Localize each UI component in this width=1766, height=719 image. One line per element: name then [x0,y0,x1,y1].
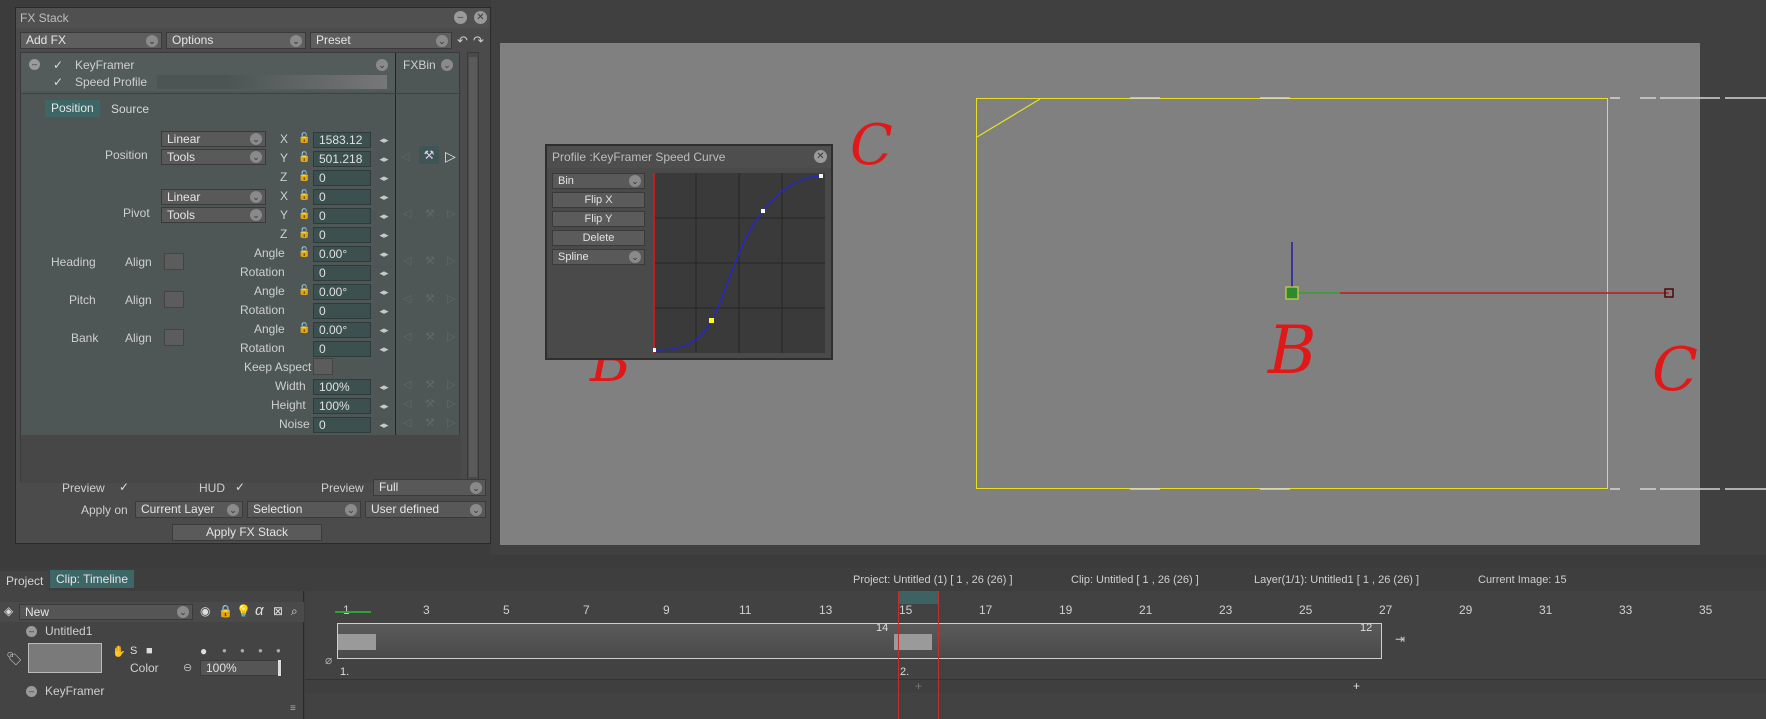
status-layer: Layer(1/1): Untitled1 [ 1 , 26 (26) ] [1254,574,1420,586]
clip-segment-start[interactable] [338,634,376,650]
curve-point-end[interactable] [819,174,823,178]
ruler-tick-label: 17 [979,603,993,617]
dot-icon[interactable]: ● [222,646,227,655]
resize-grip-icon[interactable]: ≡ [290,703,296,714]
fx-tree-name: KeyFramer [45,684,105,698]
profile-popup: Profile :KeyFramer Speed Curve ✕ Bin ⌄ F… [545,144,833,360]
color-toggle-icon[interactable]: ⊖ [183,661,192,674]
status-project: Project: Untitled (1) [ 1 , 26 (26) ] [853,574,1013,586]
clip-strip[interactable]: 14 12 [337,622,1382,659]
ruler-tick-label: 31 [1539,603,1553,617]
layer-thumbnail[interactable] [28,643,102,673]
flip-y-button[interactable]: Flip Y [552,211,645,227]
clip-mark-12: 12 [1360,622,1373,634]
dot-active-icon[interactable]: ● [200,644,207,658]
new-layer-dropdown[interactable]: New ⌄ [19,604,193,620]
layers-icon[interactable]: ◈ [4,604,13,618]
record-icon[interactable]: ■ [146,645,153,657]
new-layer-value: New [25,605,50,619]
opacity-field[interactable]: 100% [200,660,282,676]
dot-icon[interactable]: ● [240,646,245,655]
dot-icon[interactable]: ● [276,646,281,655]
range-start-marker [335,611,371,613]
chevron-down-icon: ⌄ [177,606,189,618]
alpha-icon[interactable]: α [255,602,264,619]
dot-icon[interactable]: ● [258,646,263,655]
gizmo-center-handle[interactable] [1285,286,1299,300]
ruler-tick-label: 1 [343,603,350,617]
profile-title-bar: Profile :KeyFramer Speed Curve ✕ [547,146,831,168]
ruler-tick-label: 25 [1299,603,1313,617]
clip-label-start: 1. [340,666,350,678]
opacity-slider-handle[interactable] [278,660,281,676]
ruler-tick-label: 35 [1699,603,1713,617]
clip-end-arrow-icon[interactable]: ⇥ [1395,632,1405,646]
zoom-icon[interactable]: ⌕ [291,604,298,619]
fx-track-row[interactable] [305,679,1766,693]
timeline-area[interactable]: 1 3 5 7 9 11 13 15 17 19 21 23 25 27 29 31 33 35 ⌀ 14 12 … [305,591,1766,719]
ruler-tick-label: 23 [1219,603,1233,617]
layer-name: Untitled1 [45,624,93,638]
current-frame-highlight [899,591,938,604]
timeline-ruler[interactable]: 1 3 5 7 9 11 13 15 17 19 21 23 25 27 29 31 33 35 [305,591,1766,617]
current-frame-marker-right[interactable] [938,591,939,719]
annotation-c-popup: C [850,113,893,178]
annotation-c-view: C [1652,335,1698,405]
light-icon[interactable]: 💡 [236,604,251,618]
color-label: Color [130,661,159,675]
close-icon[interactable]: ✕ [814,150,827,163]
annotation-b-view: B [1268,312,1317,389]
ruler-tick-label: 21 [1139,603,1153,617]
profile-title: Profile :KeyFramer Speed Curve [552,150,726,164]
clip-mark-14: 14 [876,622,889,634]
add-keyframe-icon[interactable]: + [1353,679,1360,693]
bin-dropdown[interactable]: Bin ⌄ [552,173,645,189]
spline-dropdown[interactable]: Spline ⌄ [552,249,645,265]
ruler-tick-label: 29 [1459,603,1473,617]
current-frame-marker-left[interactable] [898,591,899,719]
bin-value: Bin [558,175,574,187]
chevron-down-icon: ⌄ [629,175,641,187]
ruler-tick-label: 15 [899,603,913,617]
lock-icon[interactable]: 🔒 [218,604,233,618]
ruler-tick-label: 7 [583,603,590,617]
speed-curve-graph[interactable] [653,173,825,353]
ruler-tick-label: 5 [503,603,510,617]
ruler-tick-label: 13 [819,603,833,617]
mask-icon[interactable]: ⊠ [273,604,283,618]
curve-point-selected[interactable] [709,318,714,323]
frame-corner-line [976,98,1041,138]
tag-icon[interactable]: 🏷 [6,651,23,667]
clip-label-mid: 2. [900,666,910,678]
ruler-tick-label: 3 [423,603,430,617]
collapse-icon[interactable]: – [26,626,37,637]
curve-point-start[interactable] [653,348,656,352]
ruler-tick-label: 9 [663,603,670,617]
tab-clip-timeline[interactable]: Clip: Timeline [50,570,135,588]
status-clip: Clip: Untitled [ 1 , 26 (26) ] [1071,574,1199,586]
layer-tree-panel: ◈ New ⌄ ◉ 🔒 💡 α ⊠ ⌕ – Untitled1 ✋ S ■ ● … [0,591,304,719]
eye-icon[interactable]: ◉ [200,604,210,618]
ruler-tick-label: 27 [1379,603,1393,617]
blend-mode-icon[interactable]: S [130,645,137,657]
ruler-tick-label: 19 [1059,603,1073,617]
tab-project[interactable]: Project [0,571,50,591]
chevron-down-icon: ⌄ [629,251,641,263]
delete-button[interactable]: Delete [552,230,645,246]
ruler-tick-label: 33 [1619,603,1633,617]
curve-point[interactable] [761,209,765,213]
collapse-icon[interactable]: – [26,686,37,697]
add-keyframe-icon[interactable]: + [915,679,922,693]
tree-toolbar: ◈ New ⌄ ◉ 🔒 💡 α ⊠ ⌕ [0,602,304,622]
clip-segment-current[interactable] [894,634,932,650]
status-current-image: Current Image: 15 [1478,574,1567,586]
spline-value: Spline [558,251,589,263]
flip-x-button[interactable]: Flip X [552,192,645,208]
ruler-tick-label: 11 [739,603,752,617]
timeline-status-strip: Project Clip: Timeline Project: Untitled… [0,568,1766,591]
hand-icon[interactable]: ✋ [112,645,126,658]
